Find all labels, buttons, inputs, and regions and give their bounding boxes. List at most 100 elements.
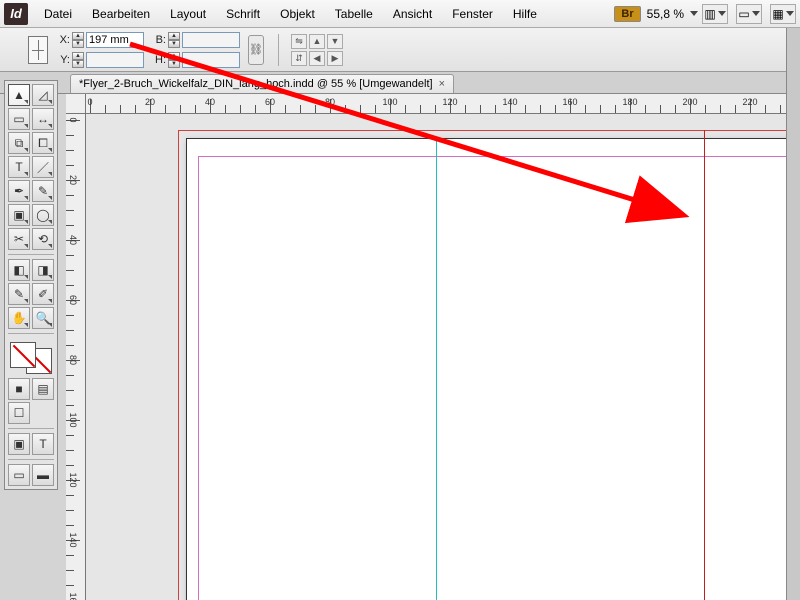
menu-bearbeiten[interactable]: Bearbeiten bbox=[82, 3, 160, 25]
ruler-h-label: 180 bbox=[622, 97, 637, 107]
document-tab-title: *Flyer_2-Bruch_Wickelfalz_DIN_lang_hoch.… bbox=[79, 78, 433, 90]
menu-bar: Id Datei Bearbeiten Layout Schrift Objek… bbox=[0, 0, 800, 28]
x-step-down[interactable]: ▼ bbox=[72, 40, 84, 48]
eyedropper-tool[interactable]: ✐ bbox=[32, 283, 54, 305]
ruler-h-label: 140 bbox=[502, 97, 517, 107]
menu-ansicht[interactable]: Ansicht bbox=[383, 3, 442, 25]
panel-dock[interactable] bbox=[786, 28, 800, 600]
arrange-documents-button[interactable]: ▦ bbox=[770, 4, 796, 24]
h-step-down[interactable]: ▼ bbox=[168, 60, 180, 68]
menu-datei[interactable]: Datei bbox=[34, 3, 82, 25]
control-bar: X: ▲▼ Y: ▲▼ B: ▲▼ H: ▲▼ ⛓ ⇋ ▲ ▼ ⇵ bbox=[0, 28, 800, 72]
menu-schrift[interactable]: Schrift bbox=[216, 3, 270, 25]
rectangle-frame-tool[interactable]: ▣ bbox=[8, 204, 30, 226]
apply-color-button[interactable]: ■ bbox=[8, 378, 30, 400]
reference-point-icon[interactable] bbox=[28, 36, 48, 64]
ruler-v-label: 100 bbox=[68, 412, 78, 427]
w-step-up[interactable]: ▲ bbox=[168, 32, 180, 40]
ruler-h-label: 200 bbox=[682, 97, 697, 107]
distribute-group: ⇋ ▲ ▼ ⇵ ◀ ▶ bbox=[291, 34, 343, 66]
menu-fenster[interactable]: Fenster bbox=[442, 3, 503, 25]
y-label: Y: bbox=[54, 54, 70, 66]
fold-guide[interactable] bbox=[704, 130, 705, 600]
flip-horizontal-button[interactable]: ⇋ bbox=[291, 34, 307, 49]
line-tool[interactable]: ／ bbox=[32, 156, 54, 178]
ruler-h-label: 60 bbox=[265, 97, 275, 107]
x-step-up[interactable]: ▲ bbox=[72, 32, 84, 40]
ruler-h-label: 160 bbox=[562, 97, 577, 107]
ruler-v-label: 60 bbox=[68, 295, 78, 305]
tool-panel: ▲◿▭↔⧉⧠T／✒✎▣◯✂⟲◧◨✎✐✋🔍■▤☐▣T▭▬ bbox=[4, 80, 58, 490]
constrain-proportions-icon[interactable]: ⛓ bbox=[248, 35, 264, 65]
note-tool[interactable]: ✎ bbox=[8, 283, 30, 305]
menu-hilfe[interactable]: Hilfe bbox=[503, 3, 547, 25]
direct-selection-tool[interactable]: ◿ bbox=[32, 84, 54, 106]
pasteboard[interactable] bbox=[86, 114, 800, 600]
ruler-h-label: 80 bbox=[325, 97, 335, 107]
apply-gradient-button[interactable]: ▤ bbox=[32, 378, 54, 400]
y-field[interactable] bbox=[86, 52, 144, 68]
screen-mode-button[interactable]: ▭ bbox=[736, 4, 762, 24]
gradient-feather-tool[interactable]: ◨ bbox=[32, 259, 54, 281]
ruler-origin[interactable] bbox=[66, 94, 86, 114]
ruler-v-label: 0 bbox=[68, 117, 78, 122]
scissors-tool[interactable]: ✂ bbox=[8, 228, 30, 250]
ruler-v-label: 140 bbox=[68, 532, 78, 547]
screen-mode-normal[interactable]: ▭ bbox=[8, 464, 30, 486]
y-step-up[interactable]: ▲ bbox=[72, 52, 84, 60]
select-next-button[interactable]: ▼ bbox=[327, 34, 343, 49]
horizontal-ruler[interactable]: 020406080100120140160180200220 bbox=[86, 94, 800, 114]
h-field[interactable] bbox=[182, 52, 240, 68]
menu-layout[interactable]: Layout bbox=[160, 3, 216, 25]
fill-stroke-swatch[interactable] bbox=[8, 340, 54, 376]
zoom-tool[interactable]: 🔍 bbox=[32, 307, 54, 329]
flip-vertical-button[interactable]: ⇵ bbox=[291, 51, 307, 66]
ruler-v-label: 160 bbox=[68, 592, 78, 600]
ruler-h-label: 220 bbox=[742, 97, 757, 107]
w-field[interactable] bbox=[182, 32, 240, 48]
view-options-button[interactable]: ▥ bbox=[702, 4, 728, 24]
ruler-h-label: 100 bbox=[382, 97, 397, 107]
menu-tabelle[interactable]: Tabelle bbox=[325, 3, 383, 25]
select-prev-object-button[interactable]: ◀ bbox=[309, 51, 325, 66]
ruler-v-label: 80 bbox=[68, 355, 78, 365]
page-tool[interactable]: ▭ bbox=[8, 108, 30, 130]
app-badge: Id bbox=[4, 3, 28, 25]
content-placer-tool[interactable]: ⧠ bbox=[32, 132, 54, 154]
document-tab-row: *Flyer_2-Bruch_Wickelfalz_DIN_lang_hoch.… bbox=[0, 72, 800, 94]
ruler-v-label: 40 bbox=[68, 235, 78, 245]
ruler-h-label: 120 bbox=[442, 97, 457, 107]
type-tool[interactable]: T bbox=[8, 156, 30, 178]
apply-none-button[interactable]: ☐ bbox=[8, 402, 30, 424]
bridge-button[interactable]: Br bbox=[614, 6, 640, 22]
ellipse-tool[interactable]: ◯ bbox=[32, 204, 54, 226]
free-transform-tool[interactable]: ⟲ bbox=[32, 228, 54, 250]
y-step-down[interactable]: ▼ bbox=[72, 60, 84, 68]
ruler-h-label: 40 bbox=[205, 97, 215, 107]
normal-view-button[interactable]: ▣ bbox=[8, 433, 30, 455]
gradient-swatch-tool[interactable]: ◧ bbox=[8, 259, 30, 281]
x-label: X: bbox=[54, 34, 70, 46]
hand-tool[interactable]: ✋ bbox=[8, 307, 30, 329]
chevron-down-icon[interactable] bbox=[690, 11, 698, 16]
column-guide[interactable] bbox=[436, 138, 437, 600]
w-step-down[interactable]: ▼ bbox=[168, 40, 180, 48]
zoom-level-label[interactable]: 55,8 % bbox=[647, 7, 684, 21]
pen-tool[interactable]: ✒ bbox=[8, 180, 30, 202]
preview-view-button[interactable]: T bbox=[32, 433, 54, 455]
select-next-object-button[interactable]: ▶ bbox=[327, 51, 343, 66]
x-field[interactable] bbox=[86, 32, 144, 48]
selection-tool[interactable]: ▲ bbox=[8, 84, 30, 106]
document-tab[interactable]: *Flyer_2-Bruch_Wickelfalz_DIN_lang_hoch.… bbox=[70, 74, 454, 93]
select-container-button[interactable]: ▲ bbox=[309, 34, 325, 49]
work-area: 020406080100120140160180200220 020406080… bbox=[66, 94, 800, 600]
screen-mode-preview[interactable]: ▬ bbox=[32, 464, 54, 486]
content-collector-tool[interactable]: ⧉ bbox=[8, 132, 30, 154]
close-icon[interactable]: × bbox=[439, 78, 445, 90]
vertical-ruler[interactable]: 020406080100120140160 bbox=[66, 114, 86, 600]
ruler-h-label: 20 bbox=[145, 97, 155, 107]
h-step-up[interactable]: ▲ bbox=[168, 52, 180, 60]
menu-objekt[interactable]: Objekt bbox=[270, 3, 325, 25]
gap-tool[interactable]: ↔ bbox=[32, 108, 54, 130]
pencil-tool[interactable]: ✎ bbox=[32, 180, 54, 202]
